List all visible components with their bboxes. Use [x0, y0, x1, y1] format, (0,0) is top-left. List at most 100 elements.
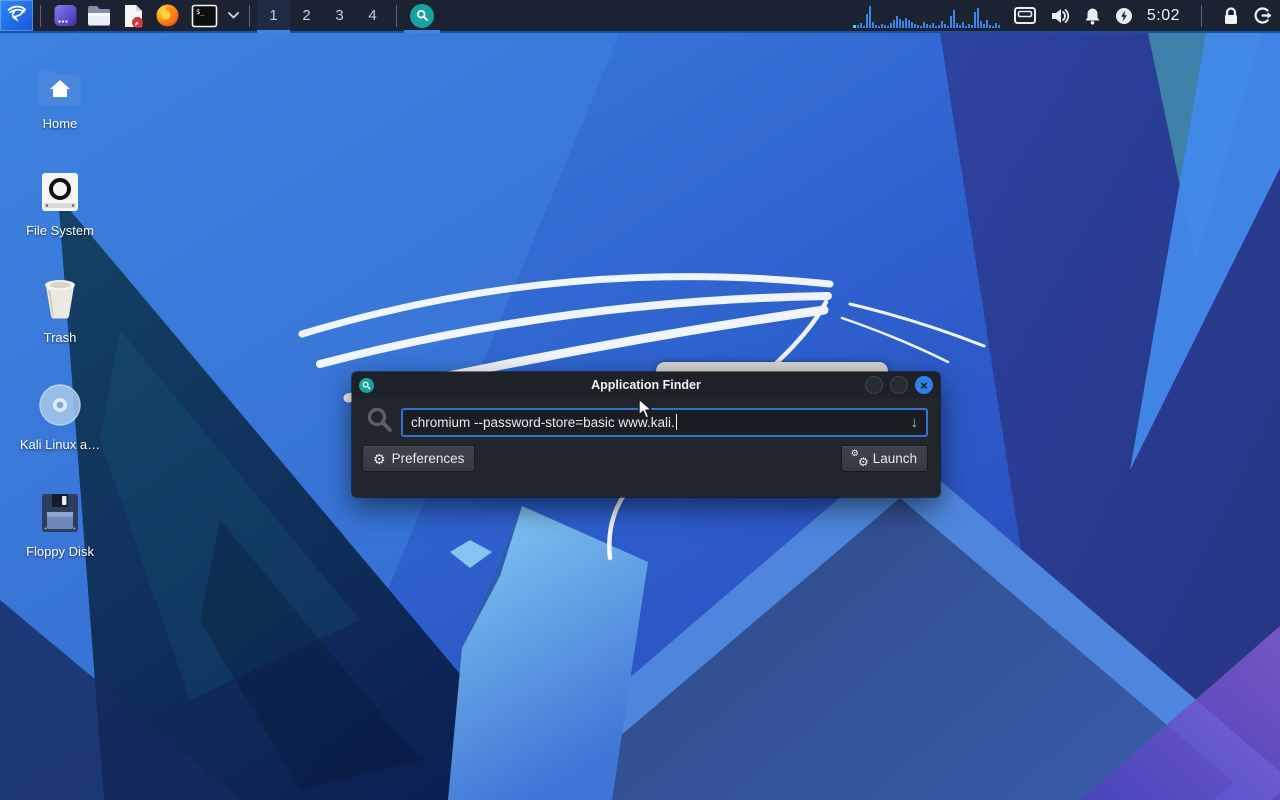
magnifier-icon [410, 4, 434, 28]
cpu-bar [953, 10, 955, 28]
close-button[interactable]: × [915, 376, 933, 394]
desktop-icon-trash[interactable]: Trash [16, 262, 104, 369]
workspace-1[interactable]: 1 [257, 0, 290, 31]
cpu-bar [965, 26, 967, 28]
cpu-bar [932, 23, 934, 28]
cpu-bar [917, 25, 919, 28]
cpu-bar [989, 25, 991, 28]
svg-text:$_: $_ [196, 8, 205, 16]
launcher-terminal[interactable]: $_ [184, 0, 224, 31]
cpu-bar [863, 26, 865, 28]
run-gears-icon: ⚙⚙ [852, 451, 867, 466]
volume-icon[interactable] [1050, 7, 1070, 25]
lock-screen-icon[interactable] [1223, 7, 1239, 25]
cpu-bar [923, 22, 925, 28]
taskbar-application-finder[interactable] [404, 0, 440, 31]
cpu-bar [857, 25, 859, 28]
display-settings-icon[interactable] [1014, 7, 1036, 24]
cpu-bar [998, 25, 1000, 28]
cpu-bar [944, 24, 946, 28]
cpu-bar [995, 23, 997, 28]
cpu-bar [938, 25, 940, 28]
cpu-bar [974, 12, 976, 28]
cpu-bar [950, 16, 952, 28]
notification-bell-icon[interactable] [1084, 7, 1101, 25]
launcher-firefox[interactable] [150, 0, 184, 31]
desktop-icon-floppy[interactable]: Floppy Disk [16, 476, 104, 583]
titlebar[interactable]: Application Finder × [352, 372, 940, 398]
search-input-value: chromium --password-store=basic www.kali… [411, 415, 675, 430]
cpu-graph[interactable] [857, 3, 1000, 29]
launch-button[interactable]: ⚙⚙ Launch [841, 445, 928, 472]
cpu-bar [878, 26, 880, 28]
cpu-bar [962, 22, 964, 28]
cpu-bar [884, 25, 886, 28]
cpu-bar [905, 18, 907, 28]
search-icon [366, 406, 393, 438]
cpu-bar [875, 25, 877, 28]
desktop-icon-list: Home File System [16, 48, 104, 583]
cpu-bar [887, 26, 889, 28]
panel-separator [396, 5, 397, 27]
cpu-bar [956, 23, 958, 28]
workspace-switcher: 1 2 3 4 [257, 0, 389, 31]
cpu-bar [977, 8, 979, 28]
cpu-bar [896, 16, 898, 28]
cpu-bar [899, 19, 901, 28]
optical-disc-icon [38, 369, 82, 433]
cpu-bar [980, 21, 982, 28]
launcher-file-manager[interactable] [82, 0, 116, 31]
desktop-icon-label: Kali Linux a… [20, 437, 100, 452]
cpu-bar [941, 21, 943, 28]
window-title: Application Finder [352, 378, 940, 392]
top-panel: $_ 1 2 3 4 [0, 0, 1280, 33]
cpu-bar [902, 21, 904, 28]
cpu-bar [908, 20, 910, 28]
cpu-bar [959, 25, 961, 28]
cpu-bar [929, 25, 931, 28]
panel-separator [40, 5, 41, 27]
cpu-bar [866, 14, 868, 28]
app-finder-icon [359, 378, 374, 393]
workspace-4[interactable]: 4 [356, 0, 389, 31]
kali-desktop: Home File System [0, 0, 1280, 800]
cpu-bar [860, 23, 862, 28]
cpu-bar [986, 20, 988, 28]
dropdown-arrow-icon[interactable]: ↓ [911, 414, 919, 431]
cpu-bar [881, 24, 883, 28]
cpu-bar [968, 24, 970, 28]
trash-icon [40, 262, 80, 326]
cpu-bar [920, 26, 922, 28]
desktop-icon-label: Floppy Disk [26, 544, 94, 559]
panel-separator [249, 5, 250, 27]
floppy-disk-icon [39, 476, 81, 540]
desktop-icon-kali-cd[interactable]: Kali Linux a… [16, 369, 104, 476]
workspace-2[interactable]: 2 [290, 0, 323, 31]
cpu-bar [971, 25, 973, 28]
clock[interactable]: 5:02 [1147, 7, 1180, 25]
launcher-text-editor[interactable] [116, 0, 150, 31]
cpu-bar [947, 26, 949, 28]
cpu-graph-dot [853, 25, 856, 28]
cpu-bar [893, 20, 895, 28]
power-manager-icon[interactable] [1115, 7, 1133, 25]
home-folder-icon [37, 48, 83, 112]
desktop-icon-file-system[interactable]: File System [16, 155, 104, 262]
terminal-dropdown-chevron-icon[interactable] [224, 0, 242, 31]
launch-button-label: Launch [873, 451, 917, 466]
logout-icon[interactable] [1253, 6, 1272, 25]
cpu-bar [869, 6, 871, 28]
desktop-icon-label: Home [43, 116, 78, 131]
cpu-bar [992, 26, 994, 28]
search-input[interactable]: chromium --password-store=basic www.kali… [401, 408, 928, 437]
kali-menu-button[interactable] [0, 0, 33, 31]
application-finder-window: Application Finder × chromium --password… [352, 372, 940, 497]
launcher-app-window[interactable] [48, 0, 82, 31]
maximize-button[interactable] [890, 376, 908, 394]
cpu-bar [911, 22, 913, 28]
desktop-icon-home[interactable]: Home [16, 48, 104, 155]
preferences-button[interactable]: ⚙ Preferences [362, 445, 475, 472]
workspace-3[interactable]: 3 [323, 0, 356, 31]
minimize-button[interactable] [865, 376, 883, 394]
desktop-icon-label: File System [26, 223, 94, 238]
